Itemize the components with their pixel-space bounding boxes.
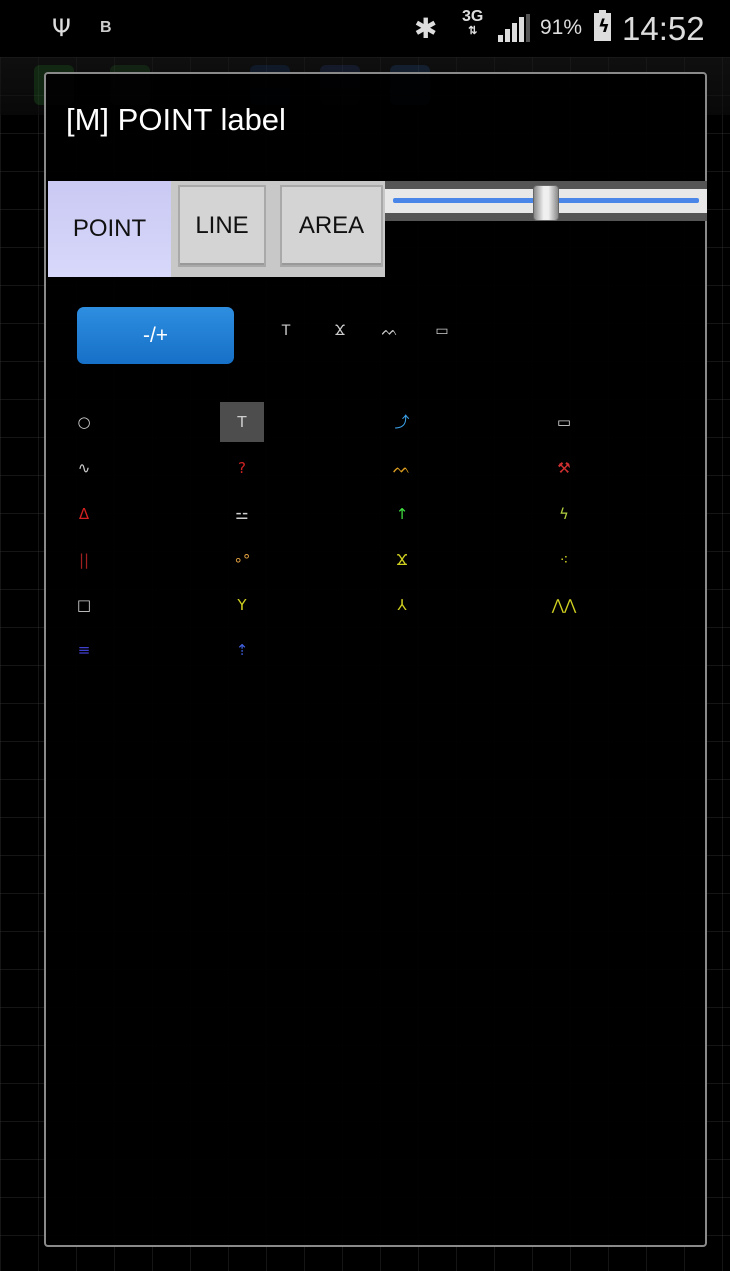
inverted-y-symbol-icon[interactable]: ⅄ [380,585,424,625]
signal-strength-icon [498,14,532,42]
y-split-symbol-icon[interactable]: Ϫ [380,540,424,580]
triangle-symbol-icon[interactable]: Δ [62,494,106,534]
y-symbol-icon[interactable]: Y [220,585,264,625]
arrow-wavy-symbol-icon[interactable]: ⇡ [220,630,264,670]
dashes-symbol-icon[interactable]: ⚍ [220,494,264,534]
bluetooth-icon: ✱ [414,12,438,45]
usb-icon: Ψ [52,14,71,42]
zigzag-symbol-icon[interactable]: ϟ [542,494,586,534]
t-symbol-icon[interactable]: T [220,402,264,442]
battery-charging-icon: ϟ [594,10,611,41]
clock: 14:52 [622,10,705,47]
toggle-symbols-button[interactable]: -/+ [77,307,234,364]
dots-triangle-symbol-icon[interactable]: ⁖ [542,540,586,580]
wave-symbol-icon[interactable]: ∿ [62,448,106,488]
question-symbol-icon[interactable]: ? [220,448,264,488]
dialog-title: [M] POINT label [66,102,286,137]
t-symbol-icon[interactable]: T [264,311,308,351]
point-label-dialog: [M] POINT label POINT LINE AREA -/+ T Ϫ ᨓ ▭… [44,72,707,1247]
square-symbol-icon[interactable]: □ [62,585,106,625]
symbol-size-slider[interactable] [385,181,707,221]
crossed-tools-symbol-icon[interactable]: ⚒ [542,448,586,488]
circles-symbol-icon[interactable]: ∘° [220,540,264,580]
status-bar: Ψ B ✱ 3G ⇅ 91% ϟ 14:52 [0,0,730,57]
network-type: 3G ⇅ [462,8,484,38]
box-symbol-icon[interactable]: ▭ [420,311,464,351]
battery-percent: 91% [540,16,583,39]
geometry-type-selector: POINT LINE AREA [48,181,385,277]
box-symbol-icon[interactable]: ▭ [542,402,586,442]
zigzag-line-symbol-icon[interactable]: ⋀⋀ [542,585,586,625]
network-activity-icon: ⇅ [468,25,478,37]
water-dashes-symbol-icon[interactable]: ≡ [62,630,106,670]
slider-thumb[interactable] [533,185,559,221]
point-type-button[interactable]: POINT [48,181,171,277]
status-b-indicator: B [100,19,112,36]
y-split-symbol-icon[interactable]: Ϫ [318,311,362,351]
circle-symbol-icon[interactable]: ○ [62,402,106,442]
arrow-curve-symbol-icon[interactable]: ⤴ [380,402,424,442]
double-line-symbol-icon[interactable]: || [62,540,106,580]
line-type-button[interactable]: LINE [178,185,266,267]
peaks-symbol-icon[interactable]: ᨓ [380,448,424,488]
area-type-button[interactable]: AREA [280,185,383,267]
up-arrow-symbol-icon[interactable]: ↑ [380,494,424,534]
network-type-label: 3G [462,8,484,25]
peaks-symbol-icon[interactable]: ᨓ [368,311,412,351]
